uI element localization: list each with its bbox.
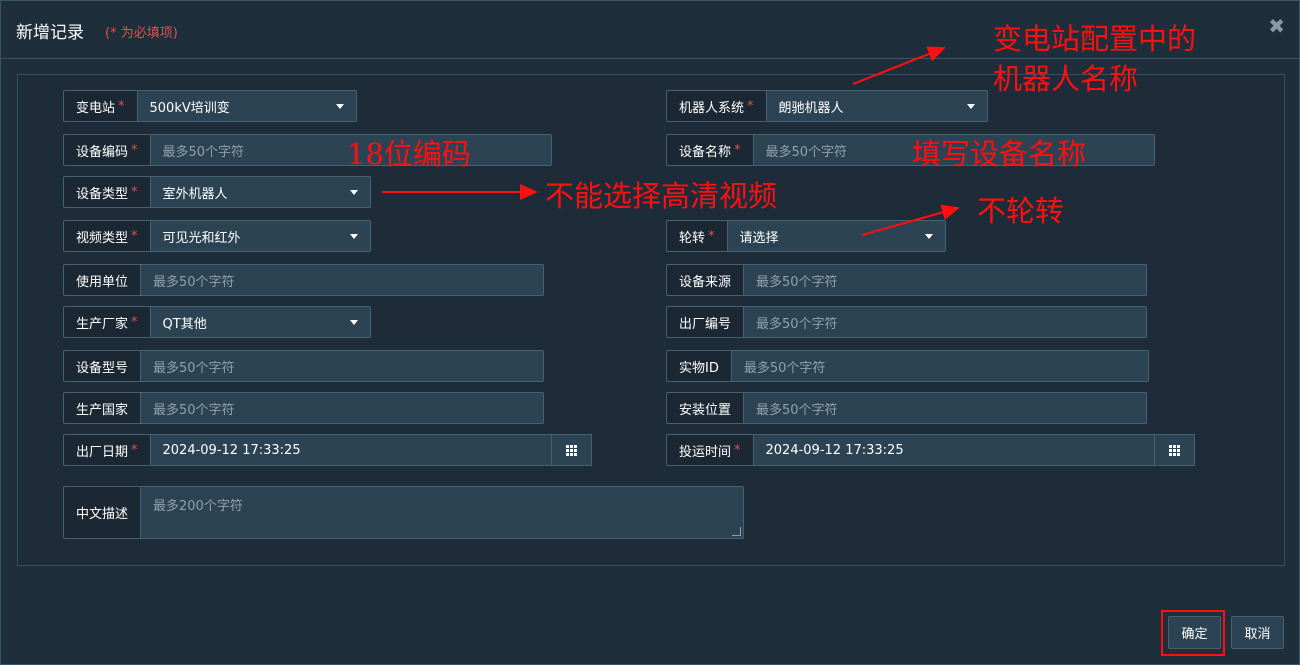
manufacturer-label: 生产厂家 * <box>63 306 150 338</box>
production-country-label: 生产国家 <box>63 392 141 424</box>
add-record-dialog: 新增记录 (* 为必填项) ✖ 变电站 * 500kV培训变 机器人系统 * 朗驰机… <box>0 0 1300 665</box>
device-source-input[interactable]: 最多50个字符 <box>743 264 1147 296</box>
annotation-robot-name-line2: 机器人名称 <box>993 62 1139 96</box>
device-code-field: 设备编码 * 最多50个字符 <box>63 134 552 166</box>
annotation-robot-name: 变电站配置中的 <box>993 22 1197 56</box>
device-model-field: 设备型号 最多50个字符 <box>63 350 544 382</box>
commission-time-field: 投运时间 * 2024-09-12 17:33:25 <box>666 434 1195 466</box>
factory-date-label: 出厂日期 * <box>63 434 150 466</box>
factory-number-label: 出厂编号 <box>666 306 744 338</box>
rotation-select[interactable]: 请选择 <box>726 220 946 252</box>
caret-down-icon <box>350 233 358 239</box>
install-location-input[interactable]: 最多50个字符 <box>743 392 1147 424</box>
description-label: 中文描述 <box>63 486 141 539</box>
dialog-title: 新增记录 <box>16 23 84 43</box>
device-type-select[interactable]: 室外机器人 <box>149 176 371 208</box>
description-textarea[interactable]: 最多200个字符 <box>140 486 744 539</box>
production-country-input[interactable]: 最多50个字符 <box>140 392 544 424</box>
device-name-label: 设备名称 * <box>666 134 753 166</box>
production-country-field: 生产国家 最多50个字符 <box>63 392 544 424</box>
confirm-button[interactable]: 确定 <box>1168 616 1221 649</box>
physical-id-field: 实物ID 最多50个字符 <box>666 350 1149 382</box>
device-code-label: 设备编码 * <box>63 134 150 166</box>
substation-field: 变电站 * 500kV培训变 <box>63 90 357 122</box>
cancel-button[interactable]: 取消 <box>1231 616 1284 649</box>
commission-time-input[interactable]: 2024-09-12 17:33:25 <box>752 434 1155 466</box>
device-model-input[interactable]: 最多50个字符 <box>140 350 544 382</box>
caret-down-icon <box>925 233 933 239</box>
user-unit-input[interactable]: 最多50个字符 <box>140 264 544 296</box>
calendar-grid-icon[interactable] <box>552 434 592 466</box>
robot-system-select[interactable]: 朗驰机器人 <box>765 90 988 122</box>
physical-id-label: 实物ID <box>666 350 731 382</box>
annotation-fill-name: 填写设备名称 <box>912 137 1087 171</box>
annotation-no-hd: 不能选择高清视频 <box>545 179 778 213</box>
rotation-label: 轮转 * <box>666 220 727 252</box>
device-type-label: 设备类型 * <box>63 176 150 208</box>
required-hint: (* 为必填项) <box>105 26 178 41</box>
factory-date-input[interactable]: 2024-09-12 17:33:25 <box>149 434 552 466</box>
physical-id-input[interactable]: 最多50个字符 <box>730 350 1149 382</box>
factory-number-field: 出厂编号 最多50个字符 <box>666 306 1147 338</box>
rotation-field: 轮转 * 请选择 <box>666 220 946 252</box>
annotation-code-18: 18位编码 <box>347 137 471 171</box>
factory-date-field: 出厂日期 * 2024-09-12 17:33:25 <box>63 434 592 466</box>
device-model-label: 设备型号 <box>63 350 141 382</box>
robot-system-label: 机器人系统 * <box>666 90 766 122</box>
manufacturer-field: 生产厂家 * QT其他 <box>63 306 371 338</box>
video-type-select[interactable]: 可见光和红外 <box>149 220 371 252</box>
install-location-field: 安装位置 最多50个字符 <box>666 392 1147 424</box>
commission-time-label: 投运时间 * <box>666 434 753 466</box>
robot-system-field: 机器人系统 * 朗驰机器人 <box>666 90 988 122</box>
caret-down-icon <box>350 319 358 325</box>
user-unit-field: 使用单位 最多50个字符 <box>63 264 544 296</box>
caret-down-icon <box>336 103 344 109</box>
factory-number-input[interactable]: 最多50个字符 <box>743 306 1147 338</box>
install-location-label: 安装位置 <box>666 392 744 424</box>
resize-handle-icon[interactable] <box>732 527 741 536</box>
manufacturer-select[interactable]: QT其他 <box>149 306 371 338</box>
substation-select[interactable]: 500kV培训变 <box>136 90 357 122</box>
close-icon[interactable]: ✖ <box>1268 14 1285 38</box>
caret-down-icon <box>350 189 358 195</box>
device-source-label: 设备来源 <box>666 264 744 296</box>
video-type-label: 视频类型 * <box>63 220 150 252</box>
device-type-field: 设备类型 * 室外机器人 <box>63 176 371 208</box>
device-source-field: 设备来源 最多50个字符 <box>666 264 1147 296</box>
caret-down-icon <box>967 103 975 109</box>
video-type-field: 视频类型 * 可见光和红外 <box>63 220 371 252</box>
annotation-no-rotate: 不轮转 <box>977 194 1065 228</box>
user-unit-label: 使用单位 <box>63 264 141 296</box>
substation-label: 变电站 * <box>63 90 137 122</box>
description-field: 中文描述 最多200个字符 <box>63 486 744 539</box>
calendar-grid-icon[interactable] <box>1155 434 1195 466</box>
